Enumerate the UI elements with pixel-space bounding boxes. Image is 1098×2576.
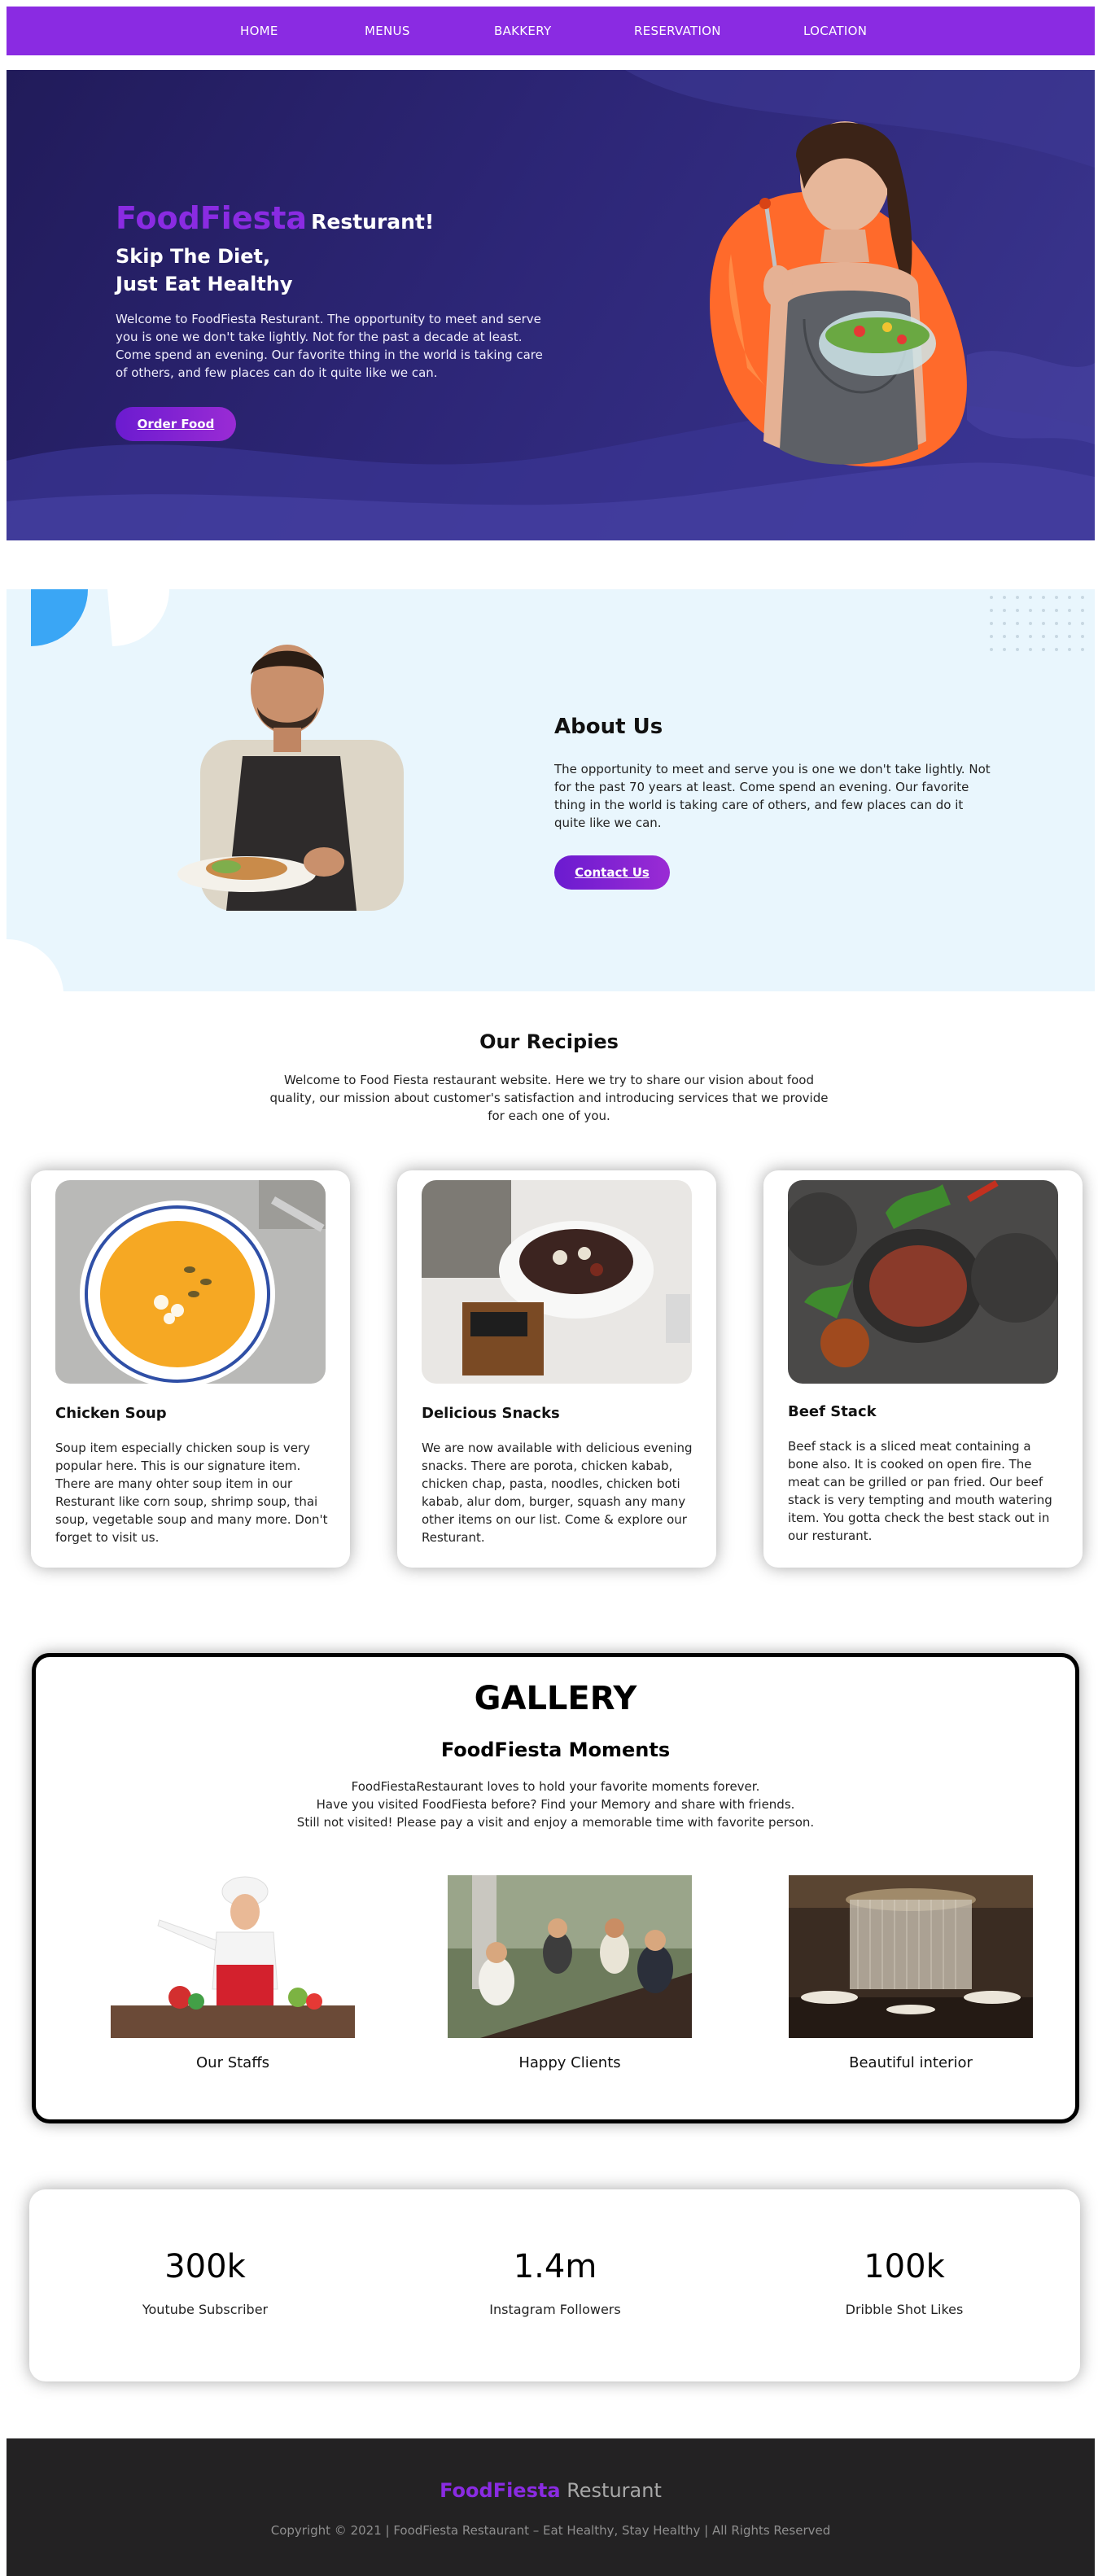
happy-clients-image [448, 1875, 692, 2038]
about-description: The opportunity to meet and serve you is… [554, 762, 991, 830]
woman-with-salad-image [710, 121, 967, 467]
nav-link-bakkery[interactable]: BAKKERY [494, 7, 551, 55]
stat-value: 1.4m [513, 2248, 597, 2285]
recipes-title: Our Recipies [479, 1030, 619, 1053]
recipe-description: Beef stack is a sliced meat containing a… [788, 1439, 1052, 1543]
footer: FoodFiesta Resturant Copyright © 2021 | … [7, 2438, 1095, 2576]
about-title: About Us [554, 715, 663, 739]
top-nav: HOME MENUS BAKKERY RESERVATION LOCATION [7, 7, 1095, 55]
nav-link-location[interactable]: LOCATION [803, 7, 867, 55]
gallery-title: GALLERY [474, 1680, 637, 1717]
stats-section: 300k Youtube Subscriber 1.4m Instagram F… [29, 2189, 1080, 2381]
hero-tagline-line2: Just Eat Healthy [116, 273, 293, 295]
footer-brand: FoodFiesta Resturant [7, 2479, 1095, 2502]
staff-chef-image [111, 1875, 355, 2038]
stat-value: 300k [164, 2248, 246, 2285]
stat-value: 100k [864, 2248, 945, 2285]
gallery-text-line2: Have you visited FoodFiesta before? Find… [316, 1797, 795, 1812]
gallery-item-label: Beautiful interior [849, 2054, 973, 2071]
hero-description: Welcome to FoodFiesta Resturant. The opp… [116, 312, 543, 380]
order-food-button[interactable]: Order Food [116, 407, 236, 441]
restaurant-interior-image [789, 1875, 1033, 2038]
recipe-card-chicken-soup: Chicken Soup Soup item especially chicke… [31, 1170, 350, 1568]
stat-dribbble: 100k Dribble Shot Likes [782, 2248, 1026, 2317]
stat-label: Youtube Subscriber [142, 2302, 269, 2317]
recipe-card-delicious-snacks: Delicious Snacks We are now available wi… [397, 1170, 716, 1568]
nav-link-reservation[interactable]: RESERVATION [634, 7, 721, 55]
nav-link-home[interactable]: HOME [240, 7, 278, 55]
footer-copyright: Copyright © 2021 | FoodFiesta Restaurant… [270, 2523, 831, 2538]
gallery-item-label: Our Staffs [196, 2054, 269, 2071]
recipe-description: Soup item especially chicken soup is ver… [55, 1441, 328, 1545]
hero-tagline-line1: Skip The Diet, [116, 245, 271, 268]
chicken-soup-image [55, 1180, 326, 1384]
recipe-title: Delicious Snacks [422, 1405, 560, 1422]
gallery-item-clients: Happy Clients [448, 1875, 692, 2071]
beef-stack-image [788, 1180, 1058, 1384]
hero-heading: FoodFiesta Resturant! [116, 200, 434, 236]
recipe-card-beef-stack: Beef Stack Beef stack is a sliced meat c… [763, 1170, 1083, 1568]
gallery-subtitle: FoodFiesta Moments [440, 1738, 671, 1761]
footer-brand-suffix: Resturant [566, 2479, 662, 2502]
hero-brand-name: FoodFiesta [116, 200, 308, 236]
stat-instagram: 1.4m Instagram Followers [433, 2248, 677, 2317]
gallery-section: GALLERY FoodFiesta Moments FoodFiestaRes… [32, 1653, 1079, 2123]
contact-us-button[interactable]: Contact Us [554, 855, 670, 890]
about-section: About Us The opportunity to meet and ser… [7, 589, 1095, 991]
gallery-item-label: Happy Clients [518, 2054, 621, 2071]
stat-label: Instagram Followers [489, 2302, 621, 2317]
delicious-snacks-image [422, 1180, 692, 1384]
gallery-text-line3: Still not visited! Please pay a visit an… [296, 1815, 815, 1830]
recipe-title: Chicken Soup [55, 1405, 167, 1422]
recipe-description: We are now available with delicious even… [422, 1441, 693, 1545]
hero-brand-suffix: Resturant! [311, 210, 435, 234]
stat-label: Dribble Shot Likes [845, 2302, 964, 2317]
recipe-title: Beef Stack [788, 1403, 877, 1420]
gallery-item-staffs: Our Staffs [111, 1875, 355, 2071]
hero-section: FoodFiesta Resturant! Skip The Diet, Jus… [7, 70, 1095, 540]
stat-youtube: 300k Youtube Subscriber [83, 2248, 327, 2317]
gallery-text-line1: FoodFiestaRestaurant loves to hold your … [351, 1779, 760, 1794]
gallery-description: FoodFiestaRestaurant loves to hold your … [199, 1778, 912, 1831]
nav-link-menus[interactable]: MENUS [365, 7, 410, 55]
hero-tagline: Skip The Diet, Just Eat Healthy [116, 243, 441, 298]
gallery-item-interior: Beautiful interior [789, 1875, 1033, 2071]
recipes-intro: Welcome to Food Fiesta restaurant websit… [269, 1073, 829, 1123]
chef-holding-plate-image [177, 645, 404, 911]
footer-brand-name: FoodFiesta [440, 2479, 561, 2502]
